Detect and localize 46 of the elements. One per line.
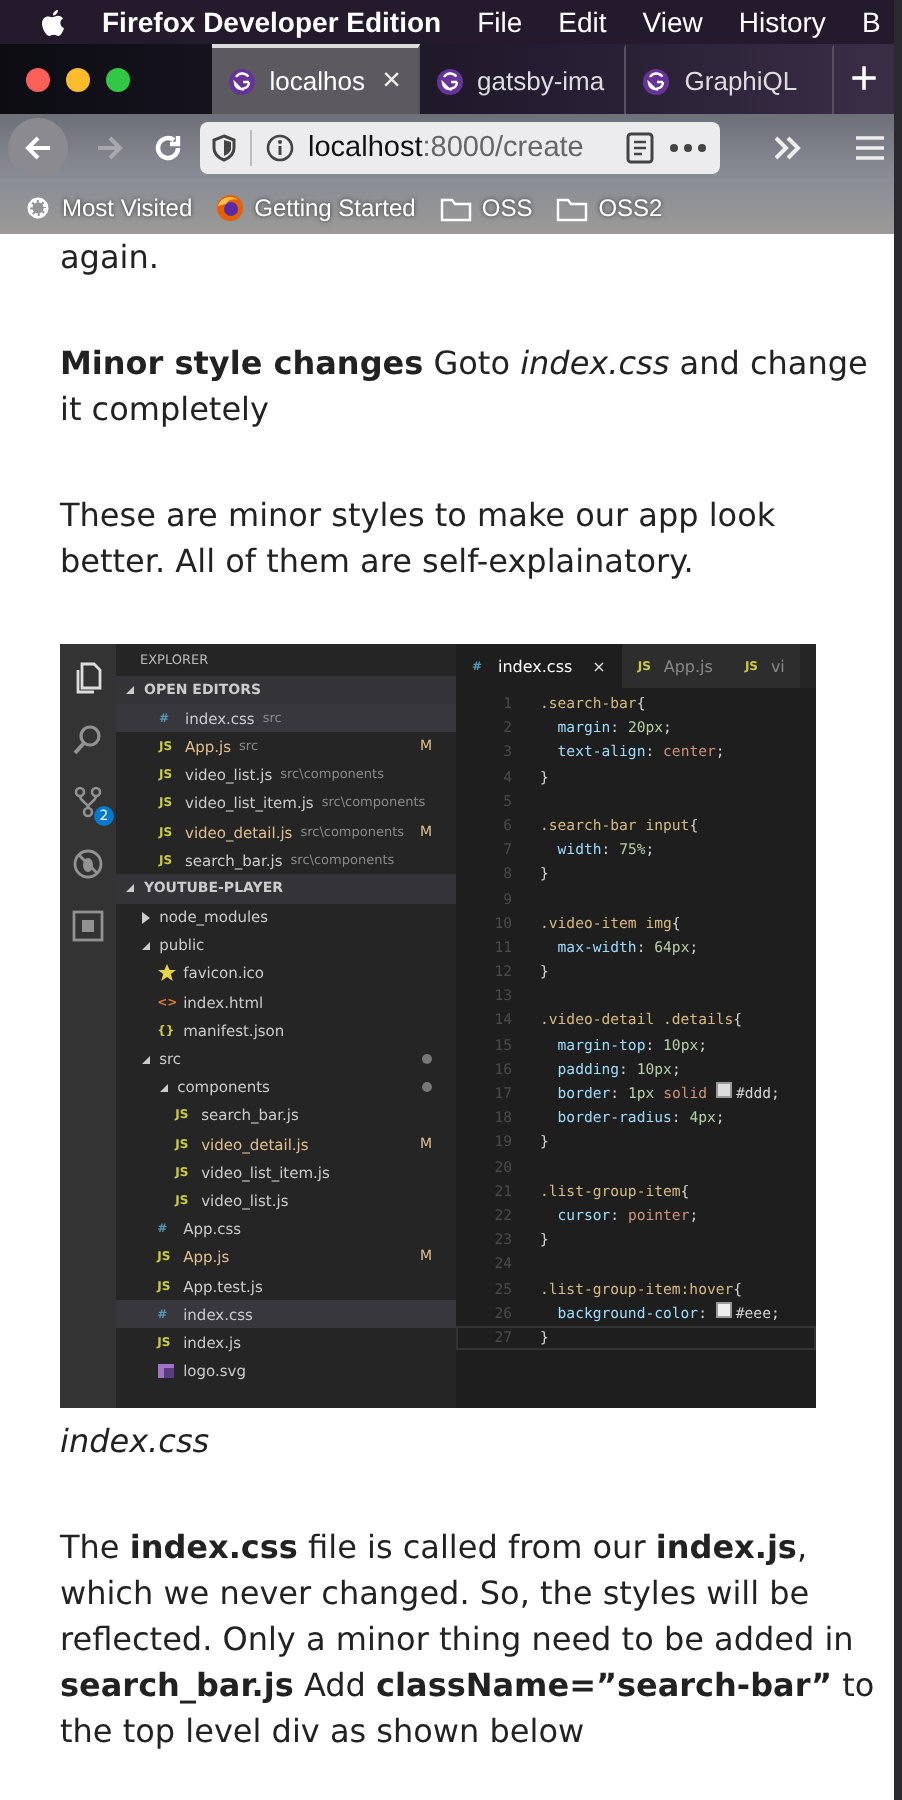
close-tab-button[interactable]: × (382, 63, 402, 99)
figure-caption: index.css (60, 1420, 212, 1464)
star-icon (157, 964, 176, 983)
folder-icon (439, 195, 472, 221)
shield-icon (212, 134, 236, 162)
zoom-window-button[interactable] (106, 67, 130, 91)
menu-item[interactable]: File (477, 6, 523, 38)
tab-title: gatsby-ima (477, 66, 605, 96)
paragraph: These are minor styles to make our app look better. All of them are self-explainatory. (60, 494, 778, 584)
paragraph: The index.css file is called from our index.js, which we never changed. So, the styles will be reflected. Only a minor thing need to be added in search_bar.js Add className=”search-bar” to the top level div as shown below (60, 1526, 877, 1754)
tab-title: localhos (269, 66, 365, 96)
paragraph: Minor style changes Goto index.css and change it completely (60, 342, 870, 432)
menu-icon[interactable] (854, 134, 886, 162)
browser-logo-icon (216, 194, 245, 222)
close-window-button[interactable] (26, 67, 50, 91)
minimize-window-button[interactable] (66, 67, 90, 91)
url-text: localhost:8000/create (308, 132, 584, 164)
back-icon (22, 132, 54, 164)
menu-item[interactable]: History (738, 6, 826, 38)
address-bar[interactable]: localhost:8000/create (200, 122, 720, 174)
extensions-icon[interactable] (72, 910, 104, 942)
tab-title: GraphiQL (684, 66, 798, 96)
new-tab-button[interactable]: + (834, 44, 894, 114)
branch-icon[interactable] (72, 786, 104, 818)
more-icon[interactable] (668, 142, 708, 154)
reload-icon[interactable] (152, 132, 184, 164)
app-menu[interactable]: Firefox Developer Edition (102, 6, 442, 38)
menu-item[interactable]: B (861, 6, 881, 38)
reader-view-icon[interactable] (626, 132, 654, 164)
menu-item[interactable]: View (642, 6, 703, 38)
overflow-icon[interactable] (771, 134, 803, 162)
paragraph: again. (60, 236, 161, 280)
files-icon[interactable] (72, 662, 104, 694)
site-icon (435, 67, 464, 95)
search-icon[interactable] (72, 724, 104, 756)
menu-item[interactable]: Edit (558, 6, 607, 38)
info-icon (266, 134, 294, 162)
image-file-icon (157, 1362, 176, 1381)
browser-tab[interactable]: localhos × (211, 44, 420, 114)
apple-logo-icon[interactable] (40, 7, 66, 37)
back-button[interactable] (8, 118, 68, 178)
gear-icon (24, 194, 52, 222)
site-icon (642, 67, 671, 95)
forward-icon (94, 132, 126, 164)
site-icon (227, 67, 256, 95)
folder-icon (556, 195, 589, 221)
